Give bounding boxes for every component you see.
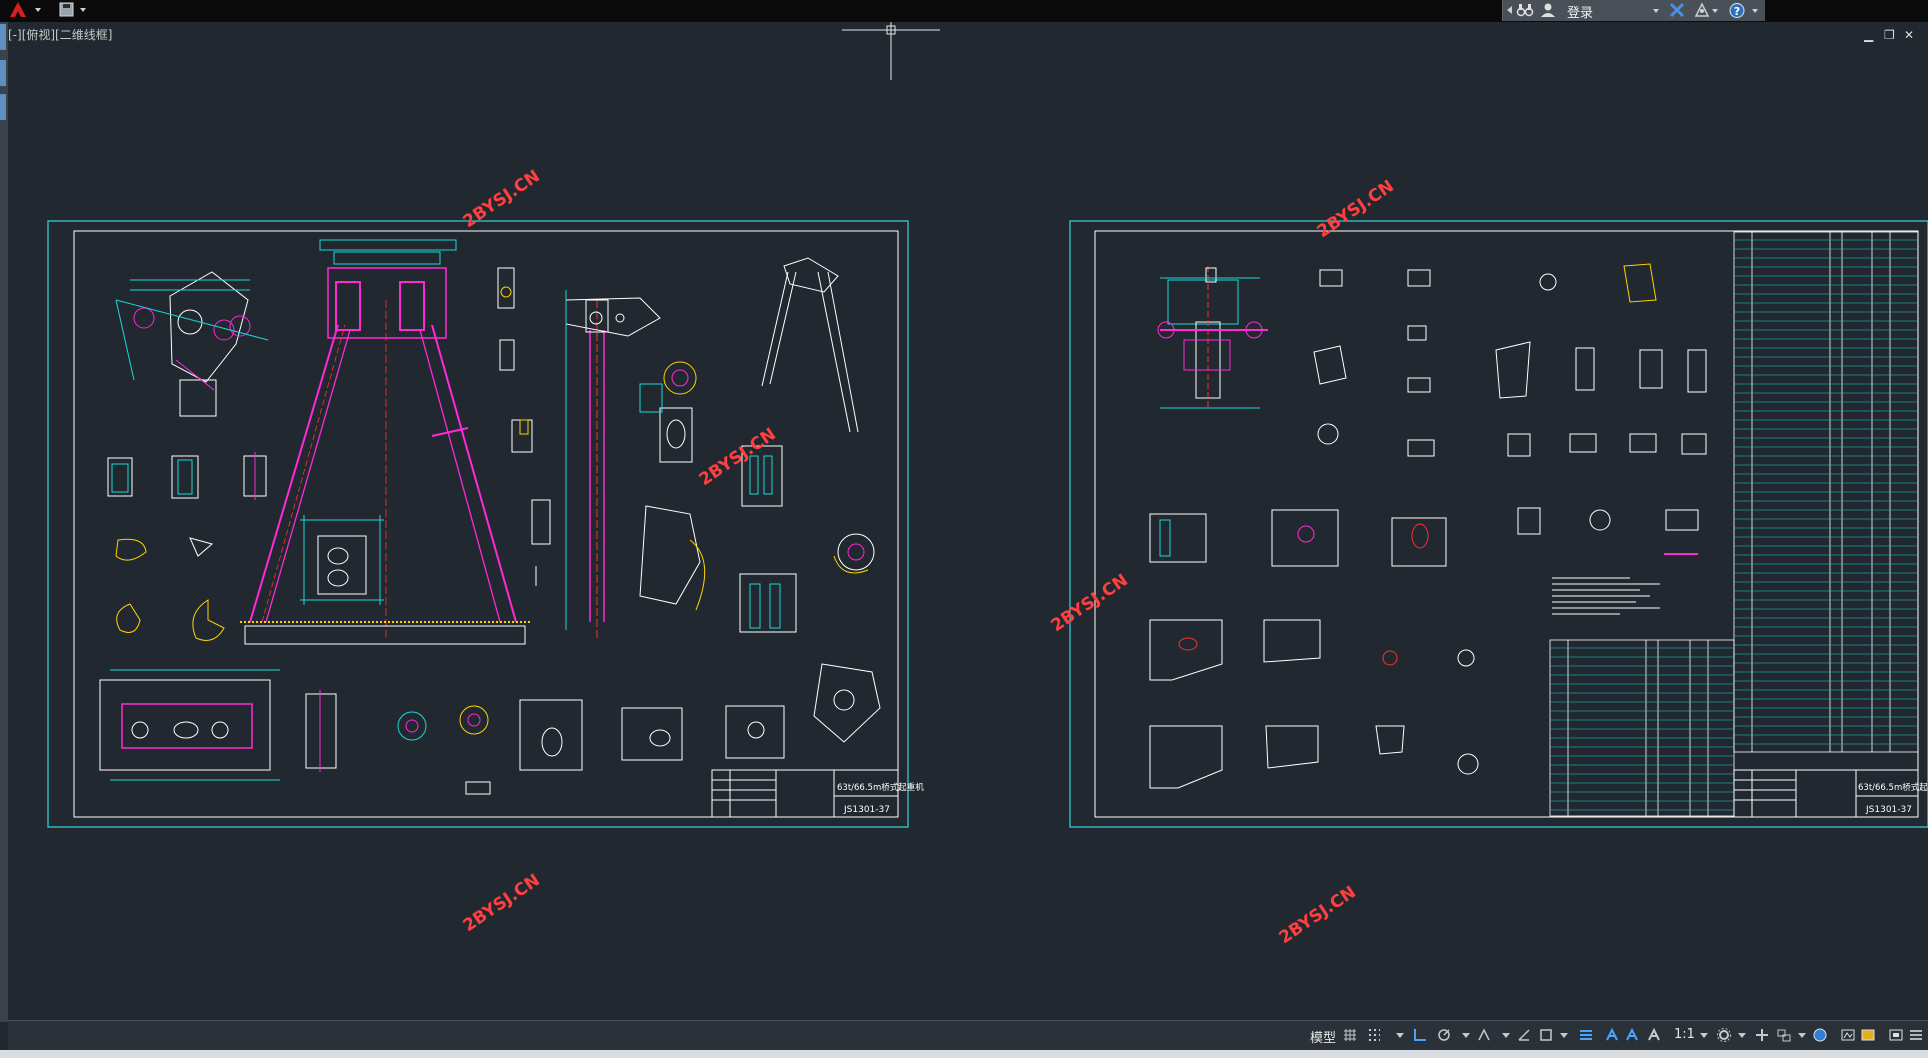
chevron-down-icon[interactable] — [1734, 1027, 1750, 1043]
watermark: 2BYSJ.CN — [696, 424, 780, 490]
joint-detail-drawing — [115, 271, 269, 417]
isolate-objects-icon[interactable] — [1840, 1027, 1856, 1043]
sheet-2: 63t/66.5m桥式起重机 JS1301-37 — [1069, 220, 1928, 828]
auto-scale-icon[interactable] — [1624, 1027, 1640, 1043]
sheet-1-title: 63t/66.5m桥式起重机 — [837, 782, 924, 793]
chevron-down-icon[interactable] — [1696, 1027, 1712, 1043]
units-icon[interactable] — [1776, 1027, 1792, 1043]
lineweight-icon[interactable] — [1578, 1027, 1594, 1043]
object-snap-tracking-icon[interactable] — [1516, 1027, 1532, 1043]
grid-icon[interactable] — [1342, 1027, 1358, 1043]
customization-menu-icon[interactable] — [1908, 1027, 1924, 1043]
status-bar: 模型 1:1 — [8, 1020, 1928, 1051]
crosshair-cursor — [842, 22, 940, 80]
object-snap-icon[interactable] — [1538, 1027, 1554, 1043]
part-details — [1313, 263, 1707, 555]
chevron-down-icon[interactable] — [1392, 1027, 1408, 1043]
watermark: 2BYSJ.CN — [460, 166, 544, 232]
assembly-view — [1157, 266, 1268, 410]
watermark: 2BYSJ.CN — [1276, 882, 1360, 948]
snap-icon[interactable] — [1366, 1027, 1382, 1043]
watermark: 2BYSJ.CN — [1314, 176, 1398, 242]
bottom-details — [99, 663, 881, 795]
sheet-1-title-block: 63t/66.5m桥式起重机 JS1301-37 — [711, 769, 924, 818]
model-tab[interactable]: 模型 — [1310, 1027, 1336, 1046]
a-frame-drawing — [240, 239, 530, 645]
hardware-acceleration-icon[interactable] — [1812, 1027, 1828, 1043]
chevron-down-icon[interactable] — [1458, 1027, 1474, 1043]
annotation-scale-icon[interactable] — [1646, 1027, 1662, 1043]
column-drawing — [565, 290, 661, 640]
chevron-down-icon[interactable] — [1498, 1027, 1514, 1043]
parts-list-rows — [1550, 647, 1734, 811]
section-views — [1149, 509, 1479, 789]
watermarks: 2BYSJ.CN 2BYSJ.CN 2BYSJ.CN 2BYSJ.CN 2BYS… — [460, 166, 1398, 948]
sheet-1-drawing-number: JS1301-37 — [843, 805, 890, 815]
bracket-details — [639, 445, 875, 633]
isodraft-icon[interactable] — [1476, 1027, 1492, 1043]
cad-drawing: 63t/66.5m桥式起重机 JS1301-37 63t/66.5m桥式起 JS… — [47, 22, 1928, 948]
sheet-2-title: 63t/66.5m桥式起重机 — [1858, 782, 1928, 793]
chevron-down-icon[interactable] — [1794, 1027, 1810, 1043]
sheet-2-inner-frame — [1094, 230, 1919, 818]
polar-tracking-icon[interactable] — [1436, 1027, 1452, 1043]
annotation-monitor-icon[interactable] — [1754, 1027, 1770, 1043]
full-screen-icon[interactable] — [1888, 1027, 1904, 1043]
sheet-1: 63t/66.5m桥式起重机 JS1301-37 — [47, 220, 924, 828]
ortho-icon[interactable] — [1412, 1027, 1428, 1043]
sheet-2-drawing-number: JS1301-37 — [1865, 805, 1912, 815]
clean-screen-icon[interactable] — [1860, 1027, 1876, 1043]
workspace-gear-icon[interactable] — [1716, 1027, 1732, 1043]
isometric-sketch — [761, 257, 859, 433]
annotation-scale-value[interactable]: 1:1 — [1674, 1027, 1695, 1042]
watermark: 2BYSJ.CN — [1048, 570, 1132, 636]
chevron-down-icon[interactable] — [1556, 1027, 1572, 1043]
parts-list-left — [1549, 639, 1735, 817]
sheet-2-title-block: 63t/66.5m桥式起重机 JS1301-37 — [1733, 769, 1928, 818]
section-views-left — [107, 452, 267, 641]
annotation-visibility-icon[interactable] — [1604, 1027, 1620, 1043]
technical-notes — [1552, 577, 1660, 615]
watermark: 2BYSJ.CN — [460, 870, 544, 936]
window-bottom-edge — [0, 1050, 1928, 1058]
